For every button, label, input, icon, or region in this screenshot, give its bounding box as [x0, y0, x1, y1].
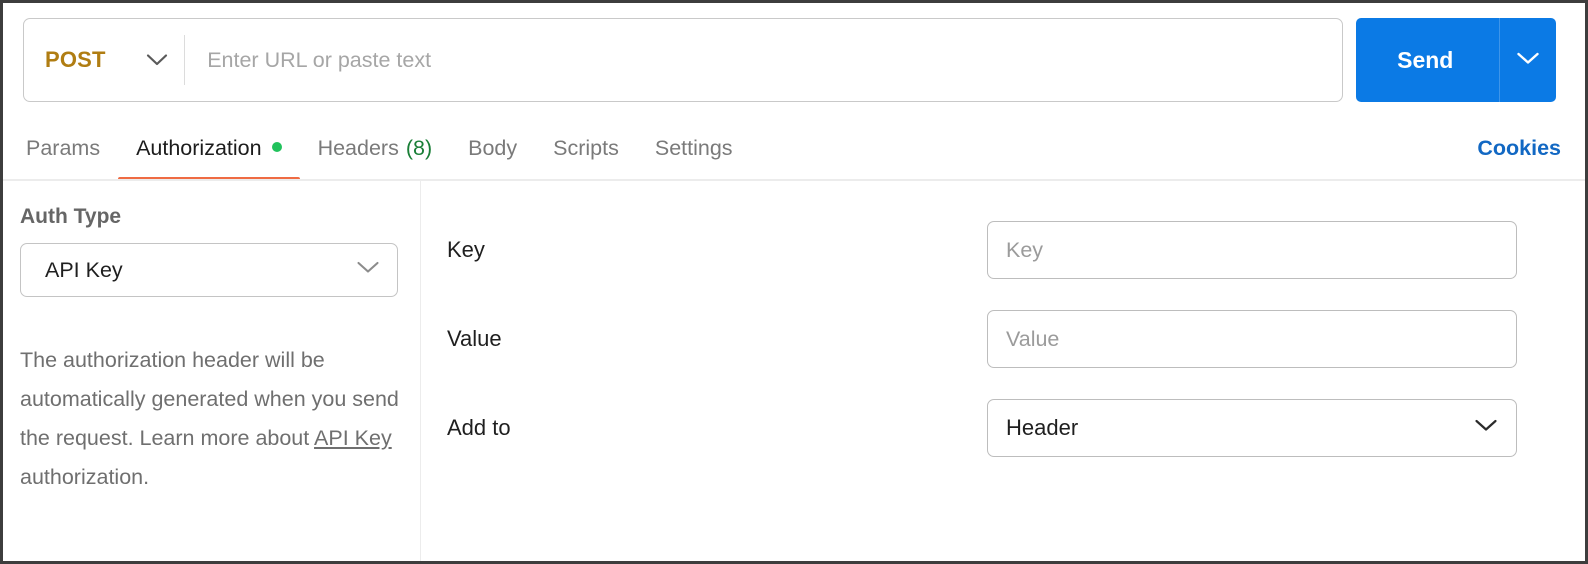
tab-headers[interactable]: Headers (8) — [300, 115, 451, 181]
request-url-bar: POST Send — [23, 18, 1556, 102]
chevron-down-icon — [146, 53, 168, 67]
tab-scripts[interactable]: Scripts — [535, 115, 637, 181]
cookies-link[interactable]: Cookies — [1477, 115, 1561, 181]
add-to-select[interactable]: Header — [987, 399, 1517, 457]
auth-fields-panel: Key Value Add to Header — [421, 181, 1585, 561]
tab-modified-dot-icon — [271, 142, 282, 152]
url-input[interactable] — [185, 19, 1342, 101]
auth-type-panel: Auth Type API Key The authorization head… — [3, 181, 421, 561]
tab-label: Headers — [317, 135, 399, 160]
tab-headers-count: (8) — [405, 135, 433, 160]
key-input[interactable] — [987, 221, 1517, 279]
tab-settings[interactable]: Settings — [637, 115, 751, 181]
api-client-request-pane: POST Send — [0, 0, 1588, 564]
http-method-label: POST — [45, 47, 106, 72]
value-field-label: Value — [447, 326, 502, 351]
value-field-row: Value — [421, 310, 1585, 368]
auth-type-selected-value: API Key — [45, 257, 123, 282]
api-key-docs-link[interactable]: API Key — [314, 426, 392, 450]
tab-label: Params — [26, 135, 101, 160]
send-button[interactable]: Send — [1356, 18, 1499, 102]
key-field-label: Key — [447, 237, 485, 262]
chevron-down-icon — [1516, 51, 1540, 69]
add-to-field-row: Add to Header — [421, 399, 1585, 457]
auth-description-text-after: authorization. — [20, 465, 150, 489]
send-button-group: Send — [1356, 18, 1556, 102]
auth-description: The authorization header will be automat… — [20, 341, 402, 497]
tab-authorization[interactable]: Authorization — [118, 115, 300, 181]
auth-type-select[interactable]: API Key — [20, 243, 398, 297]
value-input[interactable] — [987, 310, 1517, 368]
authorization-content: Auth Type API Key The authorization head… — [3, 181, 1585, 561]
tab-list: Params Authorization Headers (8) Body Sc… — [26, 115, 751, 181]
tab-label: Scripts — [553, 135, 619, 160]
tab-label: Settings — [654, 135, 733, 160]
http-method-dropdown[interactable]: POST — [24, 19, 184, 101]
send-options-dropdown-button[interactable] — [1500, 18, 1556, 102]
tab-label: Authorization — [136, 135, 262, 160]
chevron-down-icon — [1474, 418, 1498, 438]
auth-type-label: Auth Type — [20, 205, 122, 228]
url-input-group: POST — [23, 18, 1343, 102]
key-field-row: Key — [421, 221, 1585, 279]
chevron-down-icon — [356, 260, 380, 280]
request-tab-bar: Params Authorization Headers (8) Body Sc… — [3, 115, 1585, 181]
add-to-field-label: Add to — [447, 415, 511, 440]
add-to-selected-value: Header — [1006, 415, 1079, 440]
tab-body[interactable]: Body — [450, 115, 535, 181]
tab-params[interactable]: Params — [26, 115, 118, 181]
tab-label: Body — [468, 135, 518, 160]
